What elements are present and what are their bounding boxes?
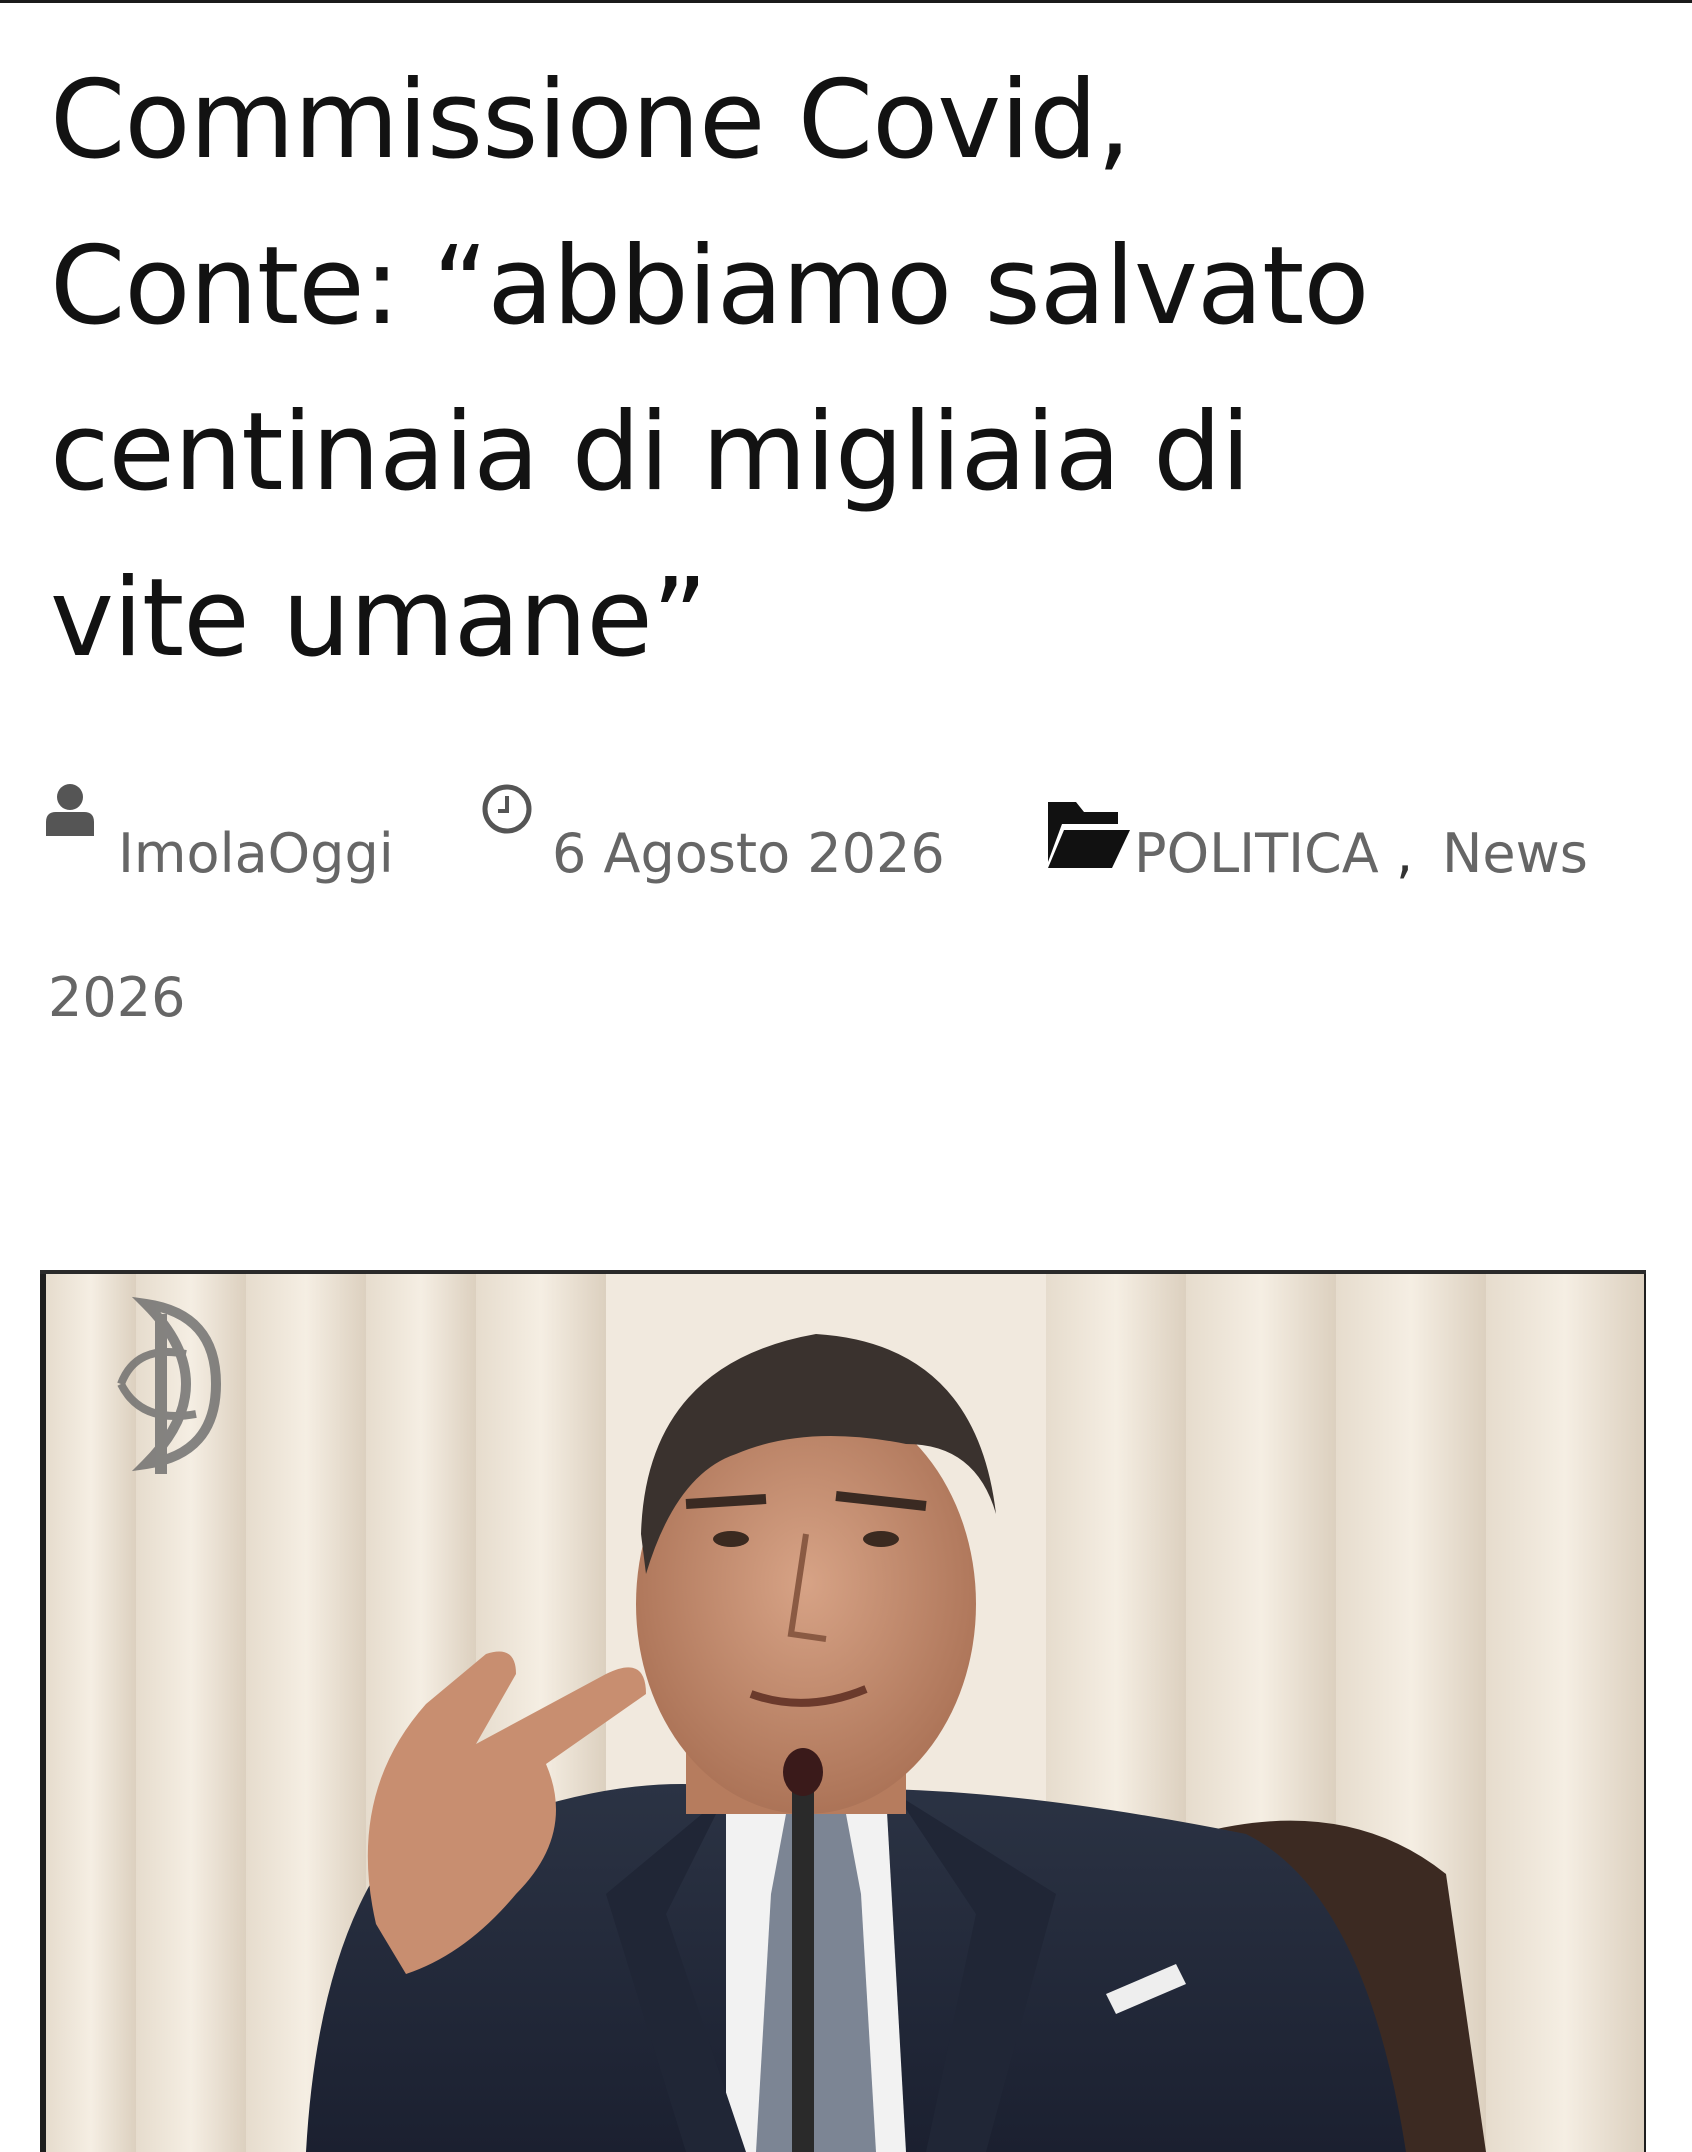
- article-page: Commissione Covid, Conte: “abbiamo salva…: [0, 0, 1692, 2152]
- publish-date: 6 Agosto 2026: [552, 822, 945, 885]
- user-icon: [46, 784, 94, 836]
- article-photo[interactable]: [46, 1274, 1644, 2152]
- category-link-politica[interactable]: POLITICA: [1134, 822, 1379, 885]
- author-link[interactable]: ImolaOggi: [118, 822, 394, 885]
- article-meta: ImolaOggi 6 Agosto 2026 POLITICA , News …: [0, 0, 1692, 1100]
- folder-open-icon: [1048, 802, 1130, 868]
- category-separator: ,: [1396, 822, 1414, 885]
- category-link-news[interactable]: News: [1442, 822, 1588, 885]
- category-link-news-continued[interactable]: 2026: [48, 966, 185, 1029]
- photo-illustration: [46, 1274, 1644, 2152]
- clock-icon: [482, 784, 532, 834]
